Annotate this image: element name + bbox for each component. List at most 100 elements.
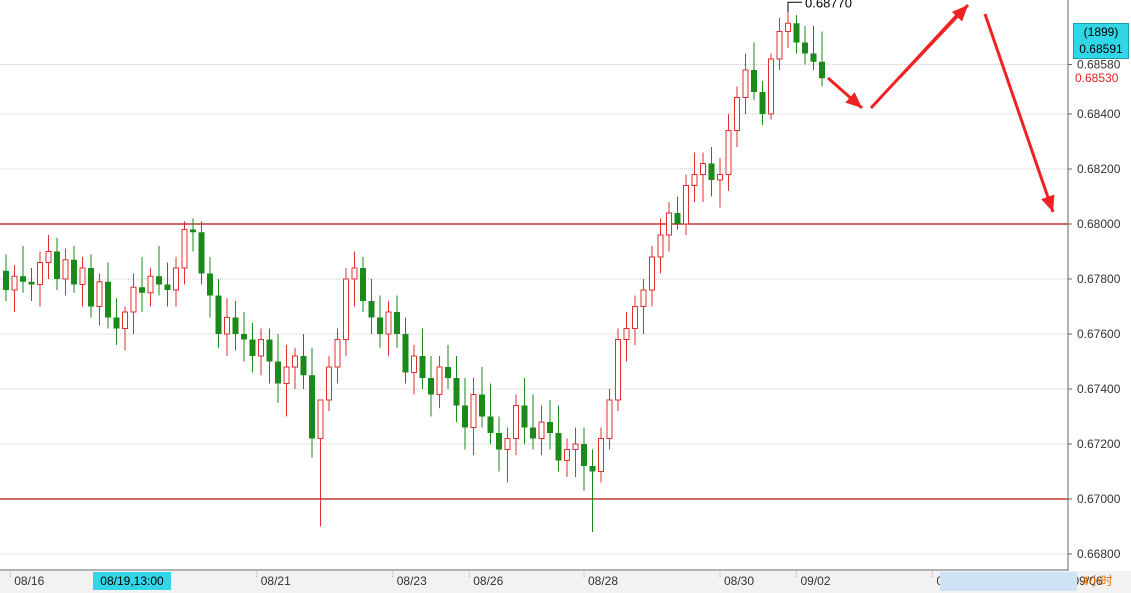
xtick-label: 08/26 xyxy=(473,574,503,588)
candle-body-up xyxy=(470,394,477,428)
candle-body-down xyxy=(20,276,26,282)
candle-body-down xyxy=(674,213,681,224)
candle-body-down xyxy=(88,268,94,307)
candle-body-down xyxy=(215,295,222,334)
candle-body-down xyxy=(751,70,757,92)
candle-body-up xyxy=(768,58,774,115)
candle-body-down xyxy=(105,281,111,318)
candle-body-up xyxy=(615,339,621,401)
candle-body-up xyxy=(683,185,689,225)
candle-body-up xyxy=(292,355,298,368)
xtick-label: 08/21 xyxy=(261,574,291,588)
candle-body-down xyxy=(589,466,596,472)
forecast-arrows xyxy=(827,3,1055,213)
ytick-label: 0.66800 xyxy=(1077,547,1121,561)
candles-layer xyxy=(3,12,825,532)
ytick-label: 0.67200 xyxy=(1077,437,1121,451)
candle-body-up xyxy=(258,339,264,357)
candle-body-down xyxy=(190,229,196,233)
ytick-label: 0.68400 xyxy=(1077,107,1121,121)
cursor-time-label: 08/19,13:00 xyxy=(93,572,171,590)
candle-body-down xyxy=(581,444,587,466)
candle-body-up xyxy=(649,256,655,291)
candle-body-up xyxy=(173,267,179,291)
candle-body-up xyxy=(62,259,69,280)
candle-body-up xyxy=(538,421,545,439)
current-price-label: 0.68591 xyxy=(1079,42,1123,56)
xtick-label: 09/02 xyxy=(801,574,831,588)
candle-body-up xyxy=(79,267,86,285)
candle-body-down xyxy=(402,334,409,373)
gridlines xyxy=(0,64,1068,555)
candlestick-chart[interactable]: 0.68770 0.68580 0.68400 0.68200 0.68000 0.67… xyxy=(0,0,1131,593)
candle-body-down xyxy=(445,367,451,378)
arrow-down-2-head xyxy=(1041,194,1055,212)
candle-body-up xyxy=(147,275,154,294)
candle-body-down xyxy=(453,378,460,406)
candle-body-up xyxy=(700,163,706,175)
current-price-box: (1899) 0.68591 xyxy=(1073,23,1129,59)
candle-body-up xyxy=(11,275,18,291)
candle-body-down xyxy=(419,356,426,378)
candle-body-down xyxy=(521,405,528,428)
candle-body-up xyxy=(606,399,613,439)
candle-body-down xyxy=(300,356,307,376)
candle-body-up xyxy=(666,212,672,236)
candle-body-up xyxy=(317,399,324,439)
ytick-label: 0.68580 xyxy=(1077,58,1121,72)
candle-body-down xyxy=(113,317,120,329)
candle-body-up xyxy=(598,438,604,472)
candle-body-up xyxy=(411,355,417,373)
candle-body-down xyxy=(793,23,800,43)
annotations: 0.68770 xyxy=(787,0,852,13)
candle-body-down xyxy=(496,433,502,450)
xtick-label: 08/23 xyxy=(397,574,427,588)
candle-body-down xyxy=(479,394,485,417)
ytick-label: 0.67400 xyxy=(1077,382,1121,396)
xtick-label: 08/28 xyxy=(588,574,618,588)
candle-body-down xyxy=(241,334,247,340)
future-time-shade xyxy=(940,572,1077,591)
high-marker xyxy=(787,1,802,13)
xtick-label: 08/16 xyxy=(14,574,44,588)
candle-body-down xyxy=(198,232,205,274)
candle-body-up xyxy=(224,317,230,335)
candle-body-down xyxy=(487,416,494,433)
candle-body-down xyxy=(368,301,375,318)
candle-body-down xyxy=(802,42,808,54)
candle-body-down xyxy=(462,405,468,428)
ytick-label: 0.68200 xyxy=(1077,162,1121,176)
candle-body-up xyxy=(742,69,749,98)
high-price-label: 0.68770 xyxy=(805,0,852,10)
candle-body-down xyxy=(139,287,145,293)
arrow-down-2-shaft xyxy=(983,13,1055,213)
candle-body-up xyxy=(717,174,723,181)
y-axis: 0.68580 0.68400 0.68200 0.68000 0.67800 0.676… xyxy=(1067,0,1121,570)
candle-body-down xyxy=(819,61,825,79)
candle-body-down xyxy=(377,317,383,334)
ytick-label: 0.67600 xyxy=(1077,327,1121,341)
candle-body-up xyxy=(334,339,341,368)
candle-body-up xyxy=(45,251,52,263)
candle-body-up xyxy=(513,405,519,439)
last-price-label: 0.68530 xyxy=(1075,71,1119,85)
candle-body-up xyxy=(122,311,128,329)
candle-body-down xyxy=(428,378,434,395)
candle-body-down xyxy=(249,339,256,356)
ytick-label: 0.68000 xyxy=(1077,217,1121,231)
timeframe-selector[interactable]: 4小时 xyxy=(1082,572,1113,590)
candle-body-up xyxy=(385,311,392,335)
xtick-label: 08/30 xyxy=(724,574,754,588)
candle-body-up xyxy=(785,22,791,32)
candle-body-down xyxy=(309,375,315,439)
candle-body-up xyxy=(436,366,443,395)
candle-body-down xyxy=(54,251,60,279)
candle-body-up xyxy=(37,262,43,285)
candle-body-down xyxy=(708,163,715,180)
candle-body-up xyxy=(623,328,630,340)
candle-body-down xyxy=(28,281,35,285)
candle-body-down xyxy=(547,422,553,433)
candle-body-down xyxy=(360,268,366,301)
candle-body-down xyxy=(3,270,9,290)
candle-body-up xyxy=(734,97,740,131)
